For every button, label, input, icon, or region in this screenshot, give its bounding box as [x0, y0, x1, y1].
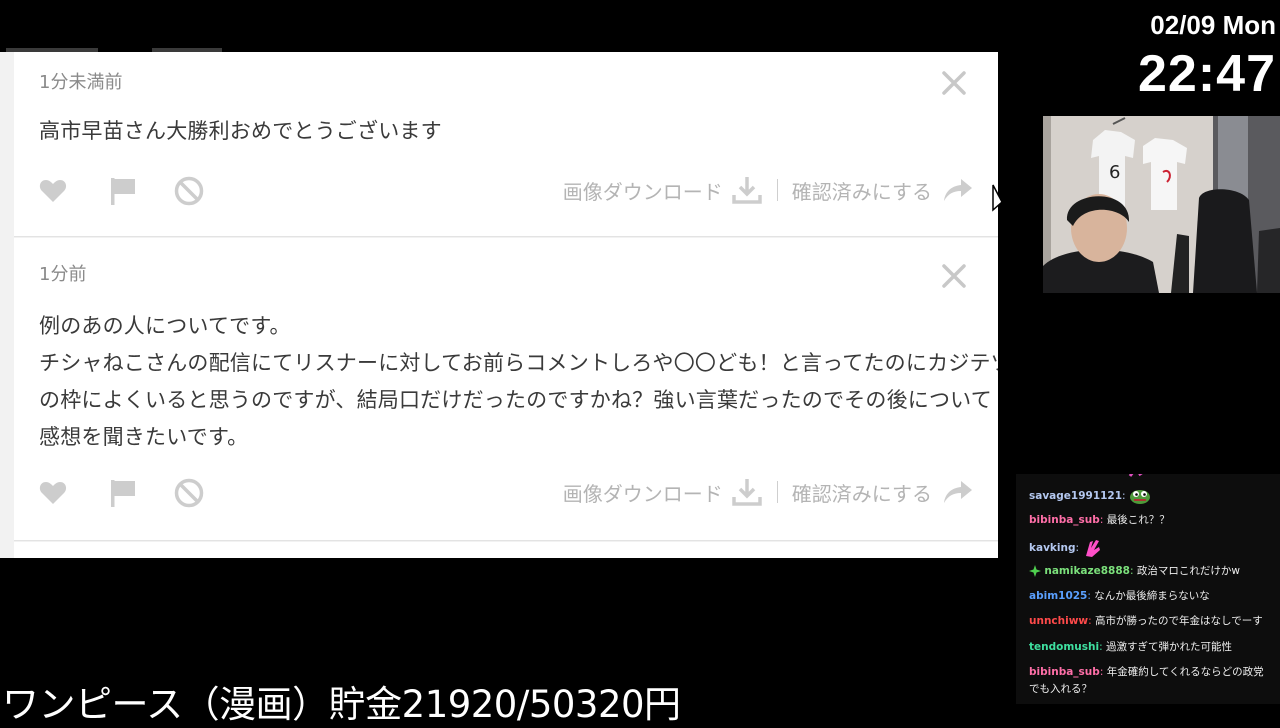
- chat-username[interactable]: namikaze8888: [1044, 565, 1130, 577]
- message-line: の枠によくいると思うのですが、結局口だけだったのですかね？強い言葉だったのでその…: [39, 388, 992, 412]
- separator: [776, 481, 778, 503]
- chat-text: 高市が勝ったので年金はなしでーす: [1095, 615, 1263, 627]
- message-card: 1分前 例のあの人についてです。 チシャねこさんの配信にてリスナーに対してお前ら…: [14, 238, 998, 541]
- message-actions: 画像ダウンロード 確認済みにする: [38, 172, 974, 208]
- mark-confirmed-button[interactable]: 確認済みにする: [792, 176, 932, 205]
- chat-username[interactable]: bibinba_sub: [1029, 514, 1100, 526]
- flag-icon[interactable]: [108, 176, 138, 206]
- message-line: チシャねこさんの配信にてリスナーに対してお前らコメントしろや〇〇ども！と言ってた…: [39, 351, 998, 375]
- message-line: 高市早苗さん大勝利おめでとうございます: [39, 119, 442, 143]
- message-time: 1分未満前: [39, 72, 123, 93]
- close-icon[interactable]: [940, 69, 968, 97]
- chat-text: なんか最後締まらないな: [1094, 590, 1210, 602]
- message-body: 例のあの人についてです。 チシャねこさんの配信にてリスナーに対してお前らコメント…: [39, 308, 998, 456]
- chat-message: namikaze8888: 政治マロこれだけかw: [1029, 563, 1274, 580]
- mark-confirmed-button[interactable]: 確認済みにする: [792, 478, 932, 507]
- download-icon[interactable]: [731, 477, 763, 507]
- close-icon[interactable]: [940, 262, 968, 290]
- download-icon[interactable]: [731, 175, 763, 205]
- pepe-emote-icon: [1129, 490, 1150, 504]
- svg-text:6: 6: [1109, 162, 1120, 183]
- pink-hand-emote-icon: [1086, 540, 1101, 557]
- share-arrow-icon[interactable]: [942, 478, 974, 506]
- flag-icon[interactable]: [108, 478, 138, 508]
- chat-username[interactable]: bibinba_sub: [1029, 666, 1100, 678]
- chat-message: abim1025: なんか最後締まらないな: [1029, 590, 1210, 602]
- sparkle-badge-icon: [1029, 565, 1041, 577]
- mouse-cursor-icon: [992, 184, 1003, 212]
- download-image-button[interactable]: 画像ダウンロード: [563, 176, 723, 205]
- webcam-feed: 6: [1043, 116, 1280, 293]
- message-line: 例のあの人についてです。: [39, 314, 291, 338]
- chat-text: 過激すぎて弾かれた可能性: [1105, 641, 1232, 653]
- message-line: 感想を聞きたいです。: [39, 425, 249, 449]
- chat-message: unnchiww: 高市が勝ったので年金はなしでーす: [1029, 615, 1263, 627]
- webcam-image: 6: [1043, 116, 1280, 293]
- chat-message: tendomushi: 過激すぎて弾かれた可能性: [1029, 641, 1232, 653]
- share-arrow-icon[interactable]: [942, 176, 974, 204]
- chat-username[interactable]: unnchiww: [1029, 615, 1088, 627]
- right-actions: 画像ダウンロード 確認済みにする: [563, 172, 974, 208]
- chat-text: 最後これ？？: [1106, 514, 1170, 526]
- chat-username[interactable]: tendomushi: [1029, 641, 1099, 653]
- live-chat: savage1991121: bibinba_sub: 最後これ？？ kavki…: [1016, 474, 1280, 704]
- heart-icon[interactable]: [38, 176, 68, 206]
- time-display: 22:47: [1138, 45, 1276, 103]
- date-display: 02/09 Mon: [1150, 10, 1276, 40]
- chat-username[interactable]: kavking: [1029, 542, 1076, 554]
- download-image-button[interactable]: 画像ダウンロード: [563, 478, 723, 507]
- chat-message: savage1991121:: [1029, 487, 1274, 505]
- chat-message: bibinba_sub: 最後これ？？: [1029, 514, 1170, 526]
- message-body: 高市早苗さん大勝利おめでとうございます: [39, 113, 974, 150]
- right-actions: 画像ダウンロード 確認済みにする: [563, 474, 974, 510]
- chat-message: bibinba_sub: 年金確約してくれるならどの政党でも入れる？: [1029, 666, 1264, 695]
- separator: [776, 179, 778, 201]
- message-panel: 1分未満前 高市早苗さん大勝利おめでとうございます 画像ダウンロード 確認済みに…: [0, 52, 998, 558]
- message-actions: 画像ダウンロード 確認済みにする: [38, 474, 974, 510]
- chat-text: 政治マロこれだけかw: [1136, 565, 1240, 577]
- message-card: 1分未満前 高市早苗さん大勝利おめでとうございます 画像ダウンロード 確認済みに…: [14, 52, 998, 237]
- message-card: [14, 542, 998, 558]
- block-icon[interactable]: [174, 478, 204, 508]
- chat-message: kavking:: [1029, 538, 1274, 558]
- partial-emote: [1128, 474, 1274, 484]
- chat-username[interactable]: abim1025: [1029, 590, 1087, 602]
- heart-icon[interactable]: [38, 478, 68, 508]
- block-icon[interactable]: [174, 176, 204, 206]
- message-time: 1分前: [39, 264, 87, 285]
- chat-username[interactable]: savage1991121: [1029, 490, 1122, 502]
